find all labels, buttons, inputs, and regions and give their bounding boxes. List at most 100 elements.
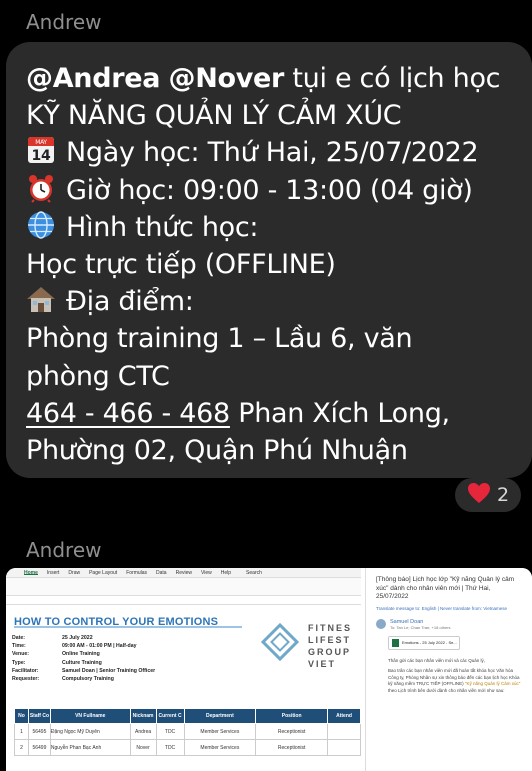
table-row: 2 56499 Nguyễn Phan Bạc Anh Nover TDC Member …	[14, 739, 361, 756]
time-text: Giờ học: 09:00 - 13:00 (04 giờ)	[66, 174, 473, 206]
email-attachment: Emotions - 25 July 2022 - Se...	[388, 635, 460, 650]
table-cell: Receptionist	[255, 739, 329, 756]
mention-nover[interactable]: @Nover	[169, 63, 285, 94]
table-header: VN Fullname	[49, 708, 131, 724]
address-street: Phan Xích Long,	[238, 397, 450, 429]
table-header: Position	[255, 708, 329, 724]
course-name: KỸ NĂNG QUẢN LÝ CẢM XÚC	[26, 100, 402, 132]
info-value: 25 July 2022	[62, 635, 93, 641]
ribbon-tab: Review	[175, 570, 192, 576]
logo-line-3: GROUP VIET	[308, 647, 351, 669]
info-row: Date: 25 July 2022	[12, 634, 155, 642]
reaction-badge[interactable]: 2	[455, 478, 521, 512]
ribbon-tab: Formulas	[126, 570, 148, 576]
table-cell: 56499	[27, 739, 51, 756]
ribbon-tab: Help	[220, 570, 232, 576]
calendar-month: MAY	[35, 139, 47, 146]
avatar	[376, 618, 386, 629]
info-key: Requester:	[12, 676, 40, 683]
email-body: Thân gửi các bạn nhân viên mới và các Qu…	[388, 658, 524, 695]
globe-icon	[26, 210, 56, 240]
email-attachment-name: Emotions - 25 July 2022 - Se...	[402, 640, 457, 645]
info-key: Venue:	[12, 651, 30, 658]
message-line-location: Địa điểm:	[26, 283, 526, 320]
date-text: Ngày học: Thứ Hai, 25/07/2022	[66, 137, 479, 169]
info-key: Date:	[12, 635, 25, 641]
spreadsheet-view: Home Insert Draw Page Layout Formulas Data Rev…	[6, 568, 361, 771]
table-cell: TDC	[155, 739, 185, 756]
info-key: Time:	[12, 643, 26, 650]
table-cell: 1	[14, 723, 29, 740]
info-value: Compulsory Training	[62, 676, 114, 683]
table-header: Nicknam	[129, 708, 157, 724]
address-line-2: Phường 02, Quận Phú Nhuận	[26, 434, 408, 466]
format-value: Học trực tiếp (OFFLINE)	[26, 248, 336, 280]
info-value: Online Training	[62, 651, 100, 658]
ribbon-tab: Insert	[46, 570, 60, 576]
email-sender: Samuel Doan To: Tan Le; Chan Tran; +18 o…	[376, 618, 524, 630]
address-number-link[interactable]: 464 - 466 - 468	[26, 398, 230, 429]
calendar-icon: MAY 14	[26, 135, 56, 165]
email-body-highlight: "Kỹ năng Quản lý Cảm xúc"	[464, 681, 521, 686]
calendar-day: 14	[32, 148, 51, 164]
ribbon-tab: Home	[24, 570, 38, 576]
table-cell: Member Services	[183, 739, 257, 756]
info-row: Time: 09:00 AM - 01:00 PM | Half-day	[12, 642, 155, 650]
info-row: Requester: Compulsory Training	[12, 675, 155, 683]
table-cell: Receptionist	[255, 723, 329, 740]
info-value: Culture Training	[62, 659, 102, 666]
table-cell: TDC	[155, 723, 185, 740]
info-key: Facilitator:	[12, 667, 39, 674]
table-cell: 2	[14, 739, 29, 756]
course-info-block: Date: 25 July 2022 Time: 09:00 AM - 01:00 P…	[12, 634, 155, 683]
message-line-format: Hình thức học:	[26, 209, 526, 246]
company-logo-icon	[258, 620, 302, 664]
email-recipients: To: Tan Le; Chan Tran; +18 others	[390, 624, 451, 630]
company-logo-text: FITNES LIFEST GROUP VIET	[308, 622, 361, 670]
email-preview: [Thông báo] Lịch học lớp "Kỹ năng Quản l…	[365, 568, 532, 771]
info-row: Facilitator: Samuel Doan | Senior Trainin…	[12, 667, 155, 675]
formula-bar	[6, 596, 361, 605]
info-value: 09:00 AM - 01:00 PM | Half-day	[62, 643, 137, 650]
email-subject: [Thông báo] Lịch học lớp "Kỹ năng Quản l…	[376, 576, 515, 600]
message-bubble[interactable]: @Andrea @Nover tụi e có lịch học KỸ NĂNG…	[6, 42, 532, 478]
house-icon	[26, 284, 56, 314]
table-cell: Member Services	[183, 723, 257, 740]
table-header: No	[14, 708, 29, 724]
ribbon-tabs: Home Insert Draw Page Layout Formulas Data Rev…	[6, 568, 361, 578]
ribbon-tab: View	[201, 570, 212, 576]
table-header: Attend	[327, 708, 361, 724]
table-header: Current C	[155, 708, 185, 724]
table-cell: Đặng Ngọc Mỹ Duyên	[49, 723, 131, 740]
sender-name-2: Andrew	[26, 538, 102, 562]
info-value: Samuel Doan | Senior Training Officer	[62, 667, 156, 674]
table-cell	[327, 739, 361, 756]
format-label: Hình thức học:	[66, 211, 259, 243]
email-greeting: Thân gửi các bạn nhân viên mới và các Qu…	[388, 657, 486, 663]
ribbon-toolbar	[6, 578, 361, 596]
email-body-text-2: theo Lịch trình bên dưới dành cho nhân v…	[388, 687, 505, 693]
message-line-intro: @Andrea @Nover tụi e có lịch học	[26, 60, 526, 97]
intro-text: tụi e có lịch học	[292, 63, 501, 94]
table-header: Staff Co	[27, 708, 51, 724]
table-cell: 56495	[27, 723, 51, 740]
attached-screenshot[interactable]: Home Insert Draw Page Layout Formulas Data Rev…	[6, 568, 532, 771]
info-key: Type:	[12, 659, 26, 666]
ribbon-tab: Draw	[68, 570, 81, 576]
mention-andrea[interactable]: @Andrea	[26, 63, 161, 94]
title-underline	[14, 626, 242, 628]
table-cell: Nguyễn Phan Bạc Anh	[49, 739, 131, 756]
attendee-table: No Staff Co VN Fullname Nicknam Current C Dep…	[14, 708, 361, 756]
sender-name: Andrew	[26, 10, 102, 34]
table-cell: Nover	[129, 739, 157, 756]
message-line-date: MAY 14 Ngày học: Thứ Hai, 25/07/2022	[26, 134, 526, 171]
info-row: Type: Culture Training	[12, 659, 155, 667]
location-line-2: phòng CTC	[26, 360, 170, 392]
location-line-1: Phòng training 1 – Lầu 6, văn	[26, 323, 413, 355]
message-line-time: Giờ học: 09:00 - 13:00 (04 giờ)	[26, 172, 526, 209]
table-cell	[327, 723, 361, 740]
ribbon-tab: Page Layout	[89, 570, 118, 576]
alarm-clock-icon	[26, 173, 56, 203]
location-label: Địa điểm:	[66, 286, 194, 318]
table-row: 1 56495 Đặng Ngọc Mỹ Duyên Andrea TDC Member …	[14, 723, 361, 740]
